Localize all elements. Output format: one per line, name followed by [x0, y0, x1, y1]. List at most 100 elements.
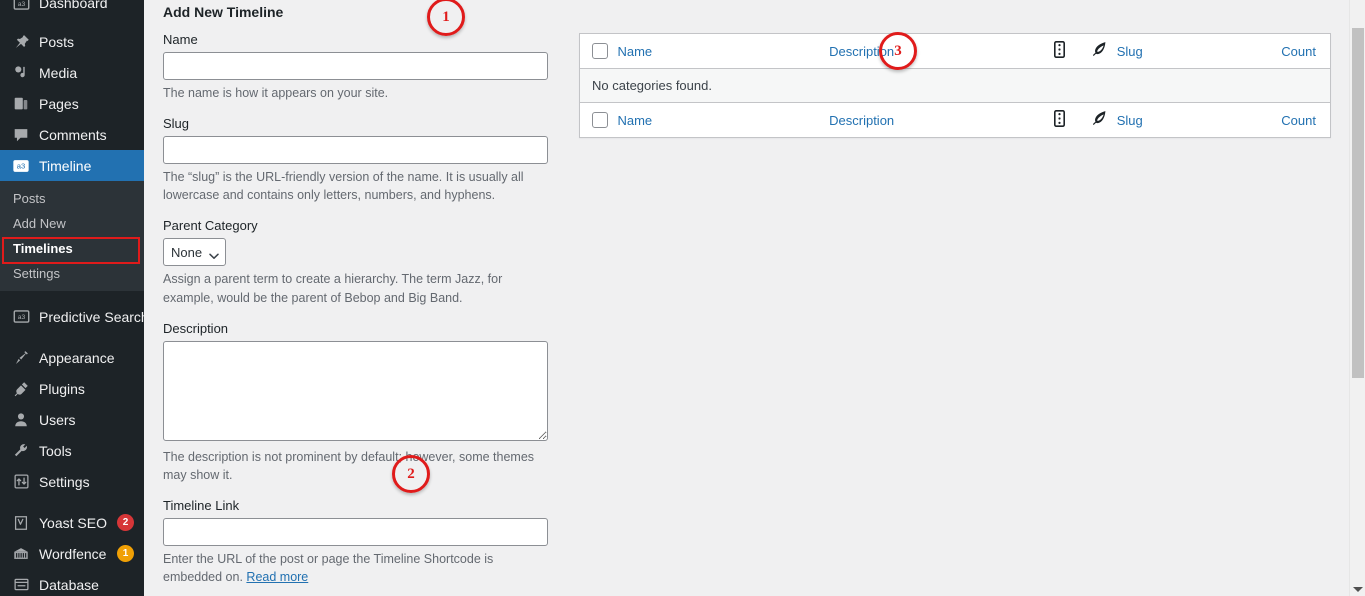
- film-strip-icon[interactable]: [1054, 41, 1066, 61]
- column-footer-description[interactable]: Description: [829, 102, 1041, 138]
- name-help-text: The name is how it appears on your site.: [163, 86, 389, 100]
- sidebar-item-dashboard[interactable]: a3 Dashboard: [0, 0, 144, 16]
- column-header-slug[interactable]: Slug: [1116, 33, 1277, 69]
- sidebar-item-label: Database: [39, 576, 99, 593]
- table-footer-row: Name Description Slug Count: [579, 102, 1331, 138]
- timeline-icon: a3: [11, 156, 31, 176]
- column-header-description[interactable]: Description: [829, 33, 1041, 69]
- select-all-checkbox[interactable]: [592, 43, 608, 60]
- sidebar-item-label: Users: [39, 411, 76, 428]
- appearance-brush-icon: [11, 348, 31, 368]
- timeline-link-input[interactable]: [163, 517, 548, 546]
- wordfence-icon: [11, 544, 31, 564]
- sidebar-item-settings[interactable]: Settings: [0, 466, 144, 497]
- select-all-checkbox-footer[interactable]: [592, 112, 608, 129]
- plugins-plug-icon: [11, 379, 31, 399]
- submenu-item-add-new[interactable]: Add New: [0, 211, 144, 236]
- sidebar-item-timeline[interactable]: a3 Timeline: [0, 150, 144, 181]
- column-footer-count-label[interactable]: Count: [1281, 113, 1316, 128]
- categories-table: Name Description Slug Count No categorie…: [579, 33, 1331, 138]
- main-content: Add New Timeline Name The name is how it…: [144, 0, 1365, 596]
- table-empty-row: No categories found.: [579, 68, 1331, 103]
- predictive-search-icon: a3: [11, 307, 31, 327]
- table-head: Name Description Slug Count: [579, 33, 1331, 69]
- svg-text:a3: a3: [17, 161, 25, 170]
- slug-input[interactable]: [163, 136, 548, 165]
- name-label: Name: [163, 32, 198, 47]
- sidebar-item-database[interactable]: Database: [0, 569, 144, 596]
- annotation-marker-3: 3: [879, 32, 917, 70]
- table-header-row: Name Description Slug Count: [579, 33, 1331, 69]
- scrollbar-down-arrow-icon[interactable]: [1353, 587, 1363, 592]
- submenu-item-posts[interactable]: Posts: [0, 186, 144, 211]
- sidebar-divider: [0, 497, 144, 507]
- sidebar-item-label: Pages: [39, 95, 79, 112]
- column-footer-slug-label[interactable]: Slug: [1117, 113, 1143, 128]
- column-header-slug-label[interactable]: Slug: [1117, 44, 1143, 59]
- timeline-link-label: Timeline Link: [163, 497, 240, 513]
- column-header-name[interactable]: Name: [617, 33, 830, 69]
- sidebar-item-predictive-search[interactable]: a3 Predictive Search: [0, 301, 144, 332]
- tools-wrench-icon: [11, 441, 31, 461]
- column-header-film-strip[interactable]: [1040, 33, 1079, 69]
- column-header-name-label[interactable]: Name: [617, 44, 652, 59]
- table-foot: Name Description Slug Count: [579, 102, 1331, 138]
- sidebar-item-label: Appearance: [39, 349, 115, 366]
- column-header-feather[interactable]: [1078, 33, 1117, 69]
- column-header-count-label[interactable]: Count: [1281, 44, 1316, 59]
- page-scrollbar[interactable]: [1349, 0, 1365, 596]
- sidebar-item-posts[interactable]: Posts: [0, 26, 144, 57]
- description-help-text: The description is not prominent by defa…: [163, 449, 535, 482]
- sidebar-item-pages[interactable]: Pages: [0, 88, 144, 119]
- sidebar-item-label: Wordfence: [39, 545, 107, 562]
- annotation-marker-2: 2: [392, 455, 430, 493]
- yoast-icon: [11, 513, 31, 533]
- select-all-footer: [579, 102, 618, 138]
- submenu-item-timelines[interactable]: Timelines: [0, 236, 144, 261]
- sidebar-divider: [0, 16, 144, 26]
- parent-category-select-wrap[interactable]: None: [163, 238, 226, 267]
- sidebar-item-plugins[interactable]: Plugins: [0, 373, 144, 404]
- submenu-item-settings[interactable]: Settings: [0, 261, 144, 286]
- sidebar-item-label: Comments: [39, 126, 107, 143]
- database-icon: [11, 575, 31, 595]
- scrollbar-thumb[interactable]: [1352, 28, 1364, 378]
- description-textarea[interactable]: [163, 340, 548, 441]
- sidebar-item-label: Plugins: [39, 380, 85, 397]
- parent-category-label: Parent Category: [163, 218, 258, 234]
- sidebar-item-label: Yoast SEO: [39, 514, 107, 531]
- add-new-timeline-form: Add New Timeline Name The name is how it…: [163, 0, 563, 596]
- column-footer-name[interactable]: Name: [617, 102, 830, 138]
- sidebar-item-yoast-seo[interactable]: Yoast SEO 2: [0, 507, 144, 538]
- column-footer-film-strip[interactable]: [1040, 102, 1079, 138]
- column-header-count[interactable]: Count: [1276, 33, 1331, 69]
- sidebar-item-users[interactable]: Users: [0, 404, 144, 435]
- timeline-link-help-body: Enter the URL of the post or page the Ti…: [163, 551, 494, 584]
- feather-quill-icon[interactable]: [1089, 111, 1107, 130]
- sidebar-item-comments[interactable]: Comments: [0, 119, 144, 150]
- wordfence-update-badge: 1: [117, 545, 134, 562]
- column-footer-name-label[interactable]: Name: [617, 113, 652, 128]
- sidebar-item-tools[interactable]: Tools: [0, 435, 144, 466]
- column-footer-feather[interactable]: [1078, 102, 1117, 138]
- feather-quill-icon[interactable]: [1089, 42, 1107, 61]
- sidebar-item-media[interactable]: Media: [0, 57, 144, 88]
- sidebar-item-wordfence[interactable]: Wordfence 1: [0, 538, 144, 569]
- sidebar-item-appearance[interactable]: Appearance: [0, 342, 144, 373]
- column-footer-description-label[interactable]: Description: [829, 113, 894, 128]
- svg-text:a3: a3: [17, 314, 25, 321]
- name-input[interactable]: [163, 52, 548, 80]
- film-strip-icon[interactable]: [1054, 110, 1066, 130]
- page-title: Add New Timeline: [163, 4, 284, 20]
- sidebar-item-label: Dashboard: [39, 0, 108, 11]
- slug-label: Slug: [163, 116, 190, 132]
- column-footer-count[interactable]: Count: [1276, 102, 1331, 138]
- sidebar-item-label: Predictive Search: [39, 308, 144, 325]
- select-all-header: [579, 33, 618, 69]
- settings-sliders-icon: [11, 472, 31, 492]
- parent-category-select[interactable]: None: [163, 238, 226, 267]
- column-footer-slug[interactable]: Slug: [1116, 102, 1277, 138]
- read-more-link[interactable]: Read more: [246, 570, 308, 584]
- table-body: No categories found.: [579, 68, 1331, 103]
- no-items-message: No categories found.: [579, 68, 1331, 103]
